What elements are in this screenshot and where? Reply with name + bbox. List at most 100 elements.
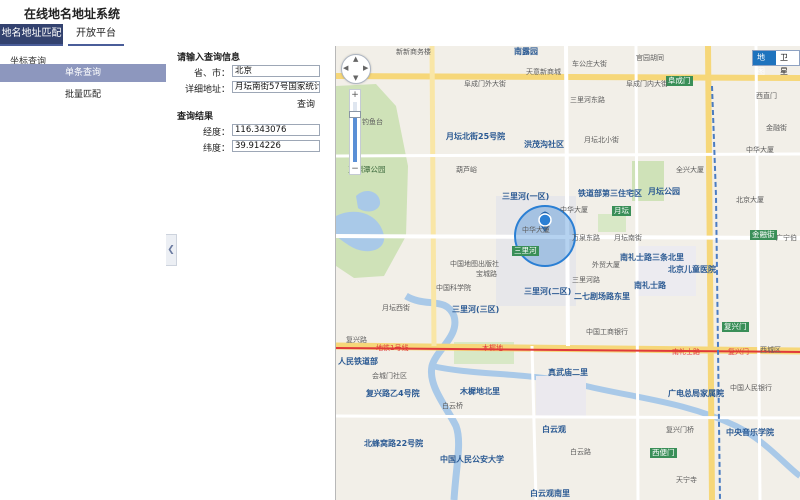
map-label: 金融街 [750, 230, 777, 240]
map-label: 西城区 [760, 346, 781, 354]
block-2 [536, 376, 586, 416]
map-label: 复兴门 [728, 348, 749, 356]
map-label: 阜成门内大街 [626, 80, 668, 88]
address-input[interactable]: 月坛南街57号国家统计局 [232, 81, 320, 93]
map-label: 外贸大厦 [592, 261, 620, 269]
map-label: 天意新商城 [526, 68, 561, 76]
location-marker-head [538, 213, 552, 227]
pan-up-icon[interactable]: ▲ [353, 56, 358, 63]
zoom-out-icon[interactable]: − [350, 164, 360, 174]
road-yuetan-north [336, 152, 800, 158]
map-label: 月坛北小街 [584, 136, 619, 144]
map-label: 木樨地北里 [460, 387, 500, 396]
map-label: 西直门 [756, 92, 777, 100]
map-label: 三里河(一区) [502, 192, 550, 201]
map-label: 洪茂沟社区 [524, 140, 564, 149]
sidebar-item-batch-match[interactable]: 批量匹配 [0, 86, 166, 104]
map-label: 白云观 [542, 425, 566, 434]
latitude-input[interactable]: 39.914226 [232, 140, 320, 152]
map-label: 西便门 [650, 448, 677, 458]
map-label: 宝城路 [476, 270, 497, 278]
longitude-label: 经度： [202, 128, 230, 138]
map-label: 铁道部第三住宅区 [578, 189, 642, 198]
map-label: 广电总局家属院 [668, 389, 724, 398]
map-label: 南礼士路 [634, 281, 666, 290]
map-label: 中华大厦 [560, 206, 588, 214]
map-label: 复兴门 [722, 322, 749, 332]
map-label: 真武庙二里 [548, 368, 588, 377]
map-label: 月坛公园 [648, 187, 680, 196]
map-label: 会城门社区 [372, 372, 407, 380]
map-label: 月坛北街25号院 [446, 132, 506, 141]
address-label: 详细地址： [184, 85, 230, 95]
map-type-satellite-button[interactable]: 卫星 [776, 51, 799, 76]
zoom-slider-handle[interactable] [349, 111, 361, 118]
map-label: 白云桥 [442, 402, 463, 410]
map-label: 阜成门外大街 [464, 80, 506, 88]
map-label: 广宁伯 [776, 234, 797, 242]
province-label: 省、市： [193, 69, 230, 79]
top-tab-bar: 地名地址匹配 开放平台 [0, 24, 800, 46]
map-label: 新新商务楼 [396, 48, 431, 56]
map-label: 葫芦峪 [456, 166, 477, 174]
map-label: 车公庄大街 [572, 60, 607, 68]
pan-right-icon[interactable]: ▶ [363, 65, 368, 72]
map-label: 北京大厦 [736, 196, 764, 204]
app-title: 在线地名地址系统 [24, 7, 121, 21]
pan-down-icon[interactable]: ▼ [353, 75, 358, 82]
map-label: 南礼士路 [672, 348, 700, 356]
map-label: 中国地图出版社 [450, 260, 499, 268]
tab-address-match[interactable]: 地名地址匹配 [0, 24, 63, 46]
road-nanlishi [634, 46, 640, 500]
map-label: 地铁1号线 [376, 344, 409, 352]
sidebar: 坐标查询 单条查询 批量匹配 [0, 46, 167, 500]
map-label: 白云路 [570, 448, 591, 456]
zoom-level-fill [353, 114, 357, 162]
map-label: 中华大厦 [746, 146, 774, 154]
map-label: 北京儿童医院 [668, 265, 716, 274]
map-label: 人民铁道部 [338, 357, 378, 366]
map-label: 月坛西街 [382, 304, 410, 312]
query-button[interactable]: 查询 [297, 97, 315, 110]
map-type-map-button[interactable]: 地图 [753, 51, 776, 76]
map-label: 南礼士路三条北里 [620, 253, 684, 262]
map-label: 白云观南里 [530, 489, 570, 498]
map-label: 木樨地 [482, 344, 503, 352]
map-view[interactable]: 南露园 新新商务楼 天意新商城 官园胡同 车公庄大街 阜成门 阜成门内大街 阜成… [336, 46, 800, 500]
pan-left-icon[interactable]: ◀ [343, 65, 348, 72]
map-label: 中国工商银行 [586, 328, 628, 336]
collapse-arrow-icon[interactable]: ❮ [166, 234, 177, 266]
road-sanlihe-west [429, 46, 437, 347]
map-label: 三里河东路 [570, 96, 605, 104]
province-input[interactable]: 北京 [232, 65, 320, 77]
map-label: 复兴门桥 [666, 426, 694, 434]
latitude-label: 纬度： [202, 144, 230, 154]
map-label: 中国人民公安大学 [440, 455, 504, 464]
map-label: 三里河(三区) [452, 305, 500, 314]
tab-open-platform[interactable]: 开放平台 [68, 24, 124, 46]
zoom-control: + − [349, 89, 361, 175]
map-label: 钓鱼台 [362, 118, 383, 126]
map-label: 中国科学院 [436, 284, 471, 292]
map-label: 月坛 [612, 206, 631, 216]
map-label: 中华大厦 [522, 226, 550, 234]
map-label: 官园胡同 [636, 54, 664, 62]
pan-control-icon[interactable]: ▲ ▼ ◀ ▶ [341, 54, 371, 84]
map-label: 金融街 [766, 124, 787, 132]
map-label: 南露园 [514, 47, 538, 56]
map-label: 中央音乐学院 [726, 428, 774, 437]
map-label: 天宁寺 [676, 476, 697, 484]
query-form-panel: 请输入查询信息 省、市： 北京 详细地址： 月坛南街57号国家统计局 查询 查询… [166, 46, 336, 500]
map-label: 全兴大厦 [676, 166, 704, 174]
map-label: 三里河 [512, 246, 539, 256]
map-label: 阜成门 [666, 76, 693, 86]
map-type-switch: 地图 卫星 [752, 50, 800, 76]
longitude-input[interactable]: 116.343076 [232, 124, 320, 136]
sidebar-item-single-query[interactable]: 单条查询 [0, 64, 166, 82]
zoom-in-icon[interactable]: + [350, 90, 360, 100]
road-south [336, 414, 800, 420]
map-label: 中国人民银行 [730, 384, 772, 392]
park-area-2 [598, 214, 626, 232]
result-section-title: 查询结果 [177, 112, 214, 122]
road-sanlihe-east [564, 46, 570, 347]
